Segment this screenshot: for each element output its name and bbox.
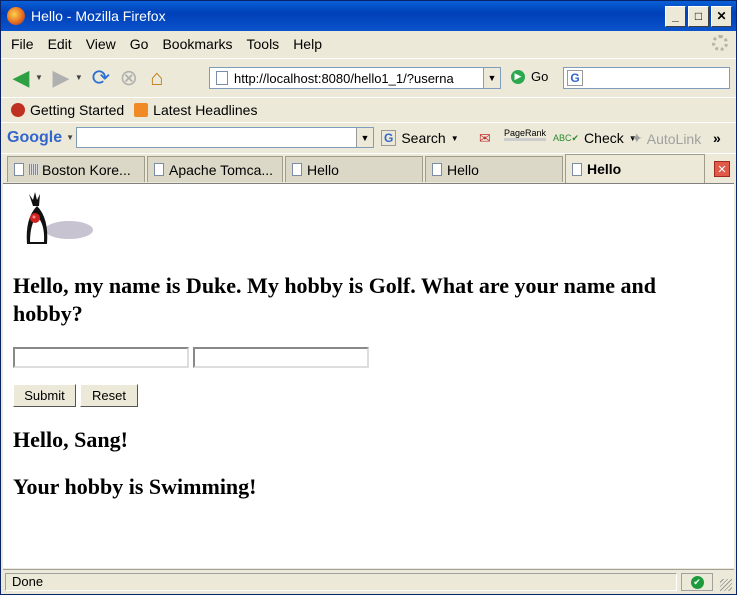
- duke-mascot-icon: [26, 192, 93, 244]
- tab-label: Apache Tomca...: [169, 161, 274, 178]
- tab-label: Hello: [587, 161, 622, 177]
- firefox-icon: [7, 7, 25, 25]
- submit-button[interactable]: Submit: [13, 384, 76, 407]
- google-menu-dropdown-icon[interactable]: ▼: [66, 133, 74, 142]
- google-search-icon: G: [567, 70, 583, 86]
- pagerank-indicator: PageRank: [504, 128, 547, 141]
- close-tab-icon[interactable]: ✕: [714, 161, 730, 177]
- google-search-label: Search: [401, 130, 446, 146]
- bookmarks-toolbar: Getting Started Latest Headlines: [1, 97, 736, 121]
- close-button[interactable]: ✕: [711, 5, 732, 27]
- menu-tools[interactable]: Tools: [247, 36, 280, 52]
- page-icon: [432, 163, 442, 176]
- forward-dropdown-icon[interactable]: ▼: [75, 73, 83, 82]
- google-search-button[interactable]: G Search ▼: [381, 130, 459, 146]
- page-content: Hello, my name is Duke. My hobby is Golf…: [3, 183, 734, 568]
- menu-go[interactable]: Go: [130, 36, 149, 52]
- tab-strip: Boston Kore... Apache Tomca... Hello Hel…: [1, 153, 736, 183]
- tab-label: Boston Kore...: [42, 161, 131, 178]
- status-bar: Done ✔: [3, 569, 734, 593]
- autolink-button[interactable]: ✦ AutoLink: [631, 130, 701, 147]
- bookmark-firefox-icon: [11, 102, 25, 117]
- forward-arrow-icon[interactable]: ▶: [47, 64, 75, 92]
- go-label: Go: [531, 69, 549, 84]
- google-g-icon: G: [381, 130, 397, 146]
- minimize-button[interactable]: _: [665, 5, 686, 27]
- pagerank-label: PageRank: [504, 128, 547, 141]
- check-shield-icon: ✔: [690, 575, 704, 589]
- title-bar[interactable]: Hello - Mozilla Firefox _ □ ✕: [1, 1, 736, 31]
- hobby-response: Your hobby is Swimming!: [13, 474, 257, 499]
- reload-icon[interactable]: ⟳: [87, 64, 115, 92]
- name-input[interactable]: [13, 347, 189, 368]
- tab-boston-korea[interactable]: Boston Kore...: [7, 156, 145, 182]
- stop-icon[interactable]: ⊗: [115, 64, 143, 92]
- page-icon: [292, 163, 302, 176]
- google-toolbar: Google ▼ ▼ G Search ▼ ✉ PageRank ABC✔ Ch…: [1, 122, 736, 152]
- hobby-input[interactable]: [193, 347, 369, 368]
- maximize-button[interactable]: □: [688, 5, 709, 27]
- back-arrow-icon[interactable]: ◀: [7, 64, 35, 92]
- url-text: http://localhost:8080/hello1_1/?userna: [234, 70, 454, 86]
- google-search-input[interactable]: ▼: [76, 127, 374, 148]
- google-logo[interactable]: Google: [7, 129, 62, 147]
- bookmark-getting-started[interactable]: Getting Started: [11, 102, 124, 118]
- menu-edit[interactable]: Edit: [48, 36, 72, 52]
- go-button[interactable]: ▶ Go: [511, 69, 548, 84]
- url-bar[interactable]: http://localhost:8080/hello1_1/?userna ▼: [209, 67, 501, 89]
- tab-hello-active[interactable]: Hello: [565, 154, 705, 183]
- page-icon: [572, 162, 582, 176]
- window-title: Hello - Mozilla Firefox: [31, 8, 166, 24]
- greeting-question: Hello, my name is Duke. My hobby is Golf…: [13, 273, 656, 326]
- tab-label: Hello: [307, 161, 339, 178]
- search-input[interactable]: G: [563, 67, 730, 89]
- tab-hello-2[interactable]: Hello: [425, 156, 563, 182]
- navigation-toolbar: ◀ ▼ ▶ ▼ ⟳ ⊗ ⌂ http://localhost:8080/hell…: [1, 58, 736, 96]
- rss-icon: [134, 102, 149, 117]
- bookmark-latest-headlines[interactable]: Latest Headlines: [134, 102, 257, 118]
- url-dropdown-icon[interactable]: ▼: [483, 68, 500, 88]
- page-icon: [154, 163, 164, 176]
- resize-grip-icon[interactable]: [720, 579, 732, 591]
- tab-hello-1[interactable]: Hello: [285, 156, 423, 182]
- popup-blocker-icon[interactable]: ✉: [479, 130, 491, 147]
- page-icon: [216, 71, 228, 85]
- favicon-grid-icon: [29, 164, 39, 175]
- menu-file[interactable]: File: [11, 36, 34, 52]
- bookmark-label: Latest Headlines: [153, 101, 258, 118]
- menu-bookmarks[interactable]: Bookmarks: [162, 36, 232, 52]
- page-icon: [14, 163, 24, 176]
- greeting-response: Hello, Sang!: [13, 427, 128, 452]
- home-icon[interactable]: ⌂: [143, 64, 171, 92]
- menu-bar: File Edit View Go Bookmarks Tools Help: [1, 31, 736, 57]
- status-indicator[interactable]: ✔: [681, 573, 713, 591]
- reset-button[interactable]: Reset: [80, 384, 138, 407]
- spell-check-button[interactable]: ABC✔ Check ▼: [553, 130, 637, 146]
- tab-apache-tomcat[interactable]: Apache Tomca...: [147, 156, 283, 182]
- toolbar-overflow-chevron[interactable]: »: [713, 130, 721, 146]
- throbber-icon: [712, 35, 728, 51]
- browser-window: Hello - Mozilla Firefox _ □ ✕ File Edit …: [0, 0, 737, 595]
- tab-label: Hello: [447, 161, 479, 178]
- wand-icon: ✦: [631, 130, 643, 146]
- abc-check-icon: ABC✔: [553, 132, 580, 143]
- autolink-label: AutoLink: [646, 130, 702, 147]
- menu-view[interactable]: View: [86, 36, 116, 52]
- google-search-dropdown-icon[interactable]: ▼: [356, 128, 373, 147]
- status-text: Done: [5, 573, 677, 591]
- check-label: Check: [584, 130, 624, 146]
- back-dropdown-icon[interactable]: ▼: [35, 73, 43, 82]
- search-dropdown-icon[interactable]: ▼: [451, 134, 459, 143]
- menu-help[interactable]: Help: [293, 36, 322, 52]
- bookmark-label: Getting Started: [30, 101, 125, 118]
- go-arrow-icon: ▶: [511, 69, 525, 84]
